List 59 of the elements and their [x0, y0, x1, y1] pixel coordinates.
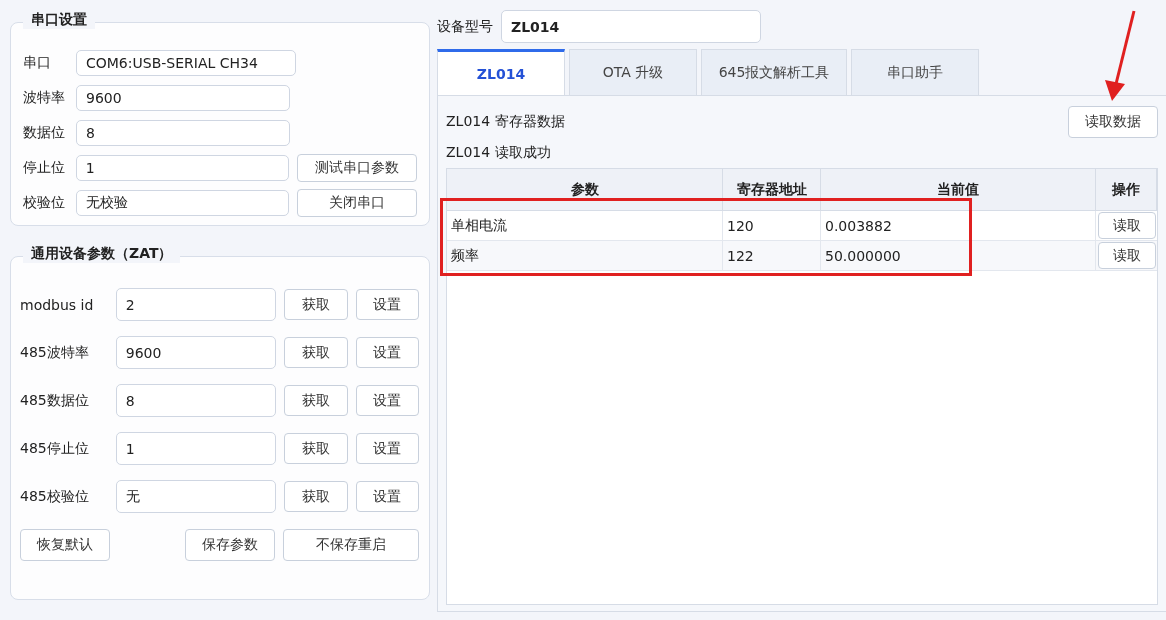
column-header: 参数 — [447, 169, 723, 211]
set-button[interactable]: 设置 — [355, 433, 419, 464]
input-field[interactable]: 1 — [115, 432, 276, 465]
read-data-button[interactable]: 读取数据 — [1068, 105, 1158, 138]
field-label: 485数据位 — [20, 391, 90, 410]
input-field[interactable]: 8 — [76, 120, 290, 146]
field-label: 波特率 — [23, 89, 66, 107]
set-button[interactable]: 设置 — [355, 385, 419, 416]
get-button[interactable]: 获取 — [283, 289, 348, 320]
tab[interactable]: 串口助手 — [851, 49, 979, 95]
action-button[interactable]: 恢复默认 — [20, 528, 110, 561]
field-label: 数据位 — [23, 124, 66, 142]
arrow-icon — [1104, 10, 1138, 102]
get-button[interactable]: 获取 — [283, 385, 348, 416]
action-button[interactable]: 测试串口参数 — [297, 154, 417, 182]
input-field[interactable]: ZL014 — [501, 10, 761, 43]
action-button[interactable]: 关闭串口 — [297, 189, 417, 217]
column-header: 操作 — [1096, 169, 1157, 211]
read-button[interactable]: 读取 — [1097, 242, 1156, 269]
table-cell: 0.003882 — [821, 211, 1096, 241]
action-button[interactable]: 保存参数 — [185, 528, 275, 561]
table-cell: 单相电流 — [447, 211, 723, 241]
action-button[interactable]: 不保存重启 — [283, 528, 419, 561]
table-cell: 50.000000 — [821, 241, 1096, 271]
table-cell: 122 — [723, 241, 821, 271]
tab[interactable]: OTA 升级 — [569, 49, 697, 95]
input-field[interactable]: 无 — [115, 480, 276, 513]
set-button[interactable]: 设置 — [355, 481, 419, 512]
field-label: 485校验位 — [20, 487, 90, 506]
field-label: 校验位 — [23, 194, 66, 212]
field-label: modbus id — [20, 296, 95, 313]
get-button[interactable]: 获取 — [283, 433, 348, 464]
section-title: ZL014 寄存器数据 — [446, 112, 565, 131]
column-header: 当前值 — [821, 169, 1096, 211]
read-button[interactable]: 读取 — [1097, 212, 1156, 239]
tab[interactable]: 645报文解析工具 — [701, 49, 847, 95]
tab[interactable]: ZL014 — [437, 49, 565, 95]
get-button[interactable]: 获取 — [283, 481, 348, 512]
set-button[interactable]: 设置 — [355, 337, 419, 368]
input-field[interactable]: 9600 — [76, 85, 290, 111]
panel-title: 通用设备参数（ZAT） — [23, 245, 181, 263]
input-field[interactable]: 9600 — [115, 336, 276, 369]
input-field[interactable]: 无校验 — [75, 190, 290, 216]
field-label: 设备型号 — [437, 17, 493, 36]
input-field[interactable]: COM6:USB-SERIAL CH34 — [76, 50, 296, 76]
input-field[interactable]: 8 — [115, 384, 276, 417]
table-cell: 频率 — [447, 241, 723, 271]
column-header: 寄存器地址 — [723, 169, 821, 211]
table-cell: 120 — [723, 211, 821, 241]
input-field[interactable]: 2 — [115, 288, 276, 321]
field-label: 485停止位 — [20, 439, 90, 458]
field-label: 485波特率 — [20, 343, 90, 362]
panel-title: 串口设置 — [23, 11, 95, 29]
get-button[interactable]: 获取 — [283, 337, 348, 368]
field-label: 串口 — [23, 54, 52, 72]
status-text: ZL014 读取成功 — [446, 144, 552, 162]
set-button[interactable]: 设置 — [355, 289, 419, 320]
field-label: 停止位 — [23, 159, 66, 177]
input-field[interactable]: 1 — [75, 155, 290, 181]
